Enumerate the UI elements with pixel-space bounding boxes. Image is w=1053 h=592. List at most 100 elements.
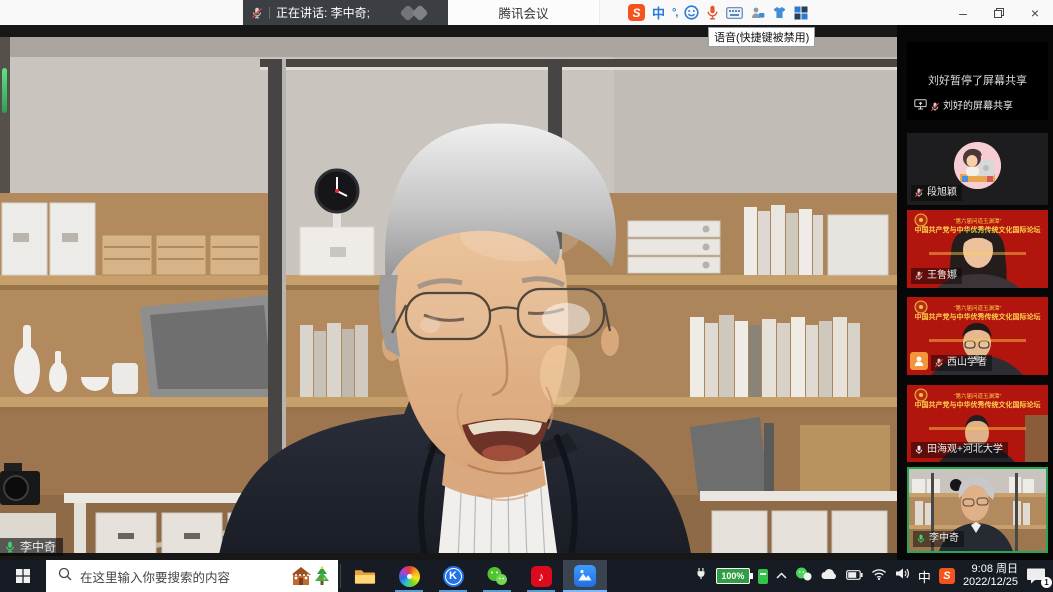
clock-date: 2022/12/25 — [963, 576, 1018, 589]
power-plug-icon[interactable] — [694, 566, 708, 586]
app-photos[interactable] — [387, 560, 431, 592]
clock-time: 9:08 周日 — [963, 563, 1018, 576]
ime-grid-icon[interactable] — [794, 4, 808, 22]
audio-level-meter — [2, 68, 7, 113]
gingerbread-house-icon — [290, 566, 312, 586]
avatar — [954, 142, 1001, 189]
mic-muted-icon — [914, 188, 924, 198]
action-center-button[interactable]: 1 — [1026, 567, 1048, 585]
netease-music-icon: ♪ — [531, 566, 552, 587]
ime-voice-icon[interactable] — [706, 4, 719, 22]
window-controls: – × — [945, 0, 1053, 25]
sogou-ime-toolbar: S 中 °, — [628, 0, 808, 25]
share-label-chip: 刘好的屏幕共享 — [911, 98, 1018, 116]
ime-toolbox-icon[interactable] — [750, 4, 765, 22]
banner-line2: 中国共产党与中华优秀传统文化国际论坛 — [907, 312, 1048, 322]
app-kdocs[interactable]: K — [431, 560, 475, 592]
tile-participant-lizhongqi-active[interactable]: 李中奇 — [907, 467, 1048, 553]
mic-muted-icon — [934, 358, 944, 368]
tile-participant-wangluna[interactable]: “第六届问道玉渊潭” 中国共产党与中华优秀传统文化国际论坛 王鲁娜 — [907, 210, 1048, 288]
onedrive-cloud-icon[interactable] — [820, 567, 838, 585]
banner-smallprint — [929, 252, 1026, 255]
speaking-now-label: 正在讲话: 李中奇; — [276, 4, 370, 21]
taskbar-search[interactable]: 在这里输入你要搜索的内容 — [46, 560, 338, 592]
participant-name: 刘好的屏幕共享 — [943, 100, 1013, 114]
participant-name: 李中奇 — [929, 532, 959, 546]
participant-name: 段旭颖 — [927, 186, 957, 200]
tile-participant-tianhai[interactable]: “第六届问道玉渊潭” 中国共产党与中华优秀传统文化国际论坛 田海观+河北大学 — [907, 385, 1048, 462]
participant-name-chip: 段旭颖 — [911, 185, 962, 201]
tab-active-call[interactable]: 正在讲话: 李中奇; — [243, 0, 448, 25]
share-paused-message: 刘好暂停了屏幕共享 — [907, 72, 1048, 88]
ime-skin-icon[interactable] — [772, 4, 787, 22]
windows-logo-icon — [16, 569, 30, 583]
ime-keyboard-icon[interactable] — [726, 4, 743, 22]
main-video[interactable]: 李中奇 — [0, 25, 897, 560]
search-icon — [58, 567, 72, 586]
app-wechat[interactable] — [475, 560, 519, 592]
notification-count-badge: 1 — [1041, 577, 1052, 588]
holiday-decoration — [290, 566, 330, 587]
participant-name: 田海观+河北大学 — [927, 443, 1003, 457]
taskbar-apps: K ♪ — [343, 560, 607, 592]
ime-punctuation-icon[interactable]: °, — [672, 4, 677, 22]
sogou-tray-icon[interactable]: S — [939, 568, 955, 584]
battery-tray-icon[interactable] — [846, 567, 863, 585]
banner-line1: “第六届问道玉渊潭” — [907, 217, 1048, 225]
screen-share-icon — [914, 99, 927, 115]
wechat-tray-icon[interactable] — [795, 567, 812, 586]
mic-muted-icon — [930, 102, 940, 112]
taskbar-clock[interactable]: 9:08 周日 2022/12/25 — [963, 563, 1018, 589]
windows-taskbar: 在这里输入你要搜索的内容 — [0, 560, 1053, 592]
photos-pinwheel-icon — [399, 566, 420, 587]
banner-smallprint — [929, 427, 1026, 430]
restore-button[interactable] — [981, 0, 1017, 25]
close-button[interactable]: × — [1017, 0, 1053, 25]
participant-name: 西山学者 — [947, 356, 987, 370]
ime-emoji-icon[interactable] — [684, 4, 699, 22]
tencent-meeting-icon — [574, 565, 596, 587]
participant-name-chip: 李中奇 — [913, 531, 964, 547]
tray-chevron-icon[interactable] — [776, 567, 787, 585]
mic-active-icon — [4, 541, 16, 553]
participants-sidebar: 刘好暂停了屏幕共享 刘好的屏幕共享 — [897, 25, 1053, 560]
app-file-explorer[interactable] — [343, 560, 387, 592]
mic-active-icon — [916, 534, 926, 544]
sogou-logo-icon[interactable]: S — [628, 4, 645, 21]
mic-muted-icon — [251, 7, 263, 19]
mic-unmuted-icon — [914, 445, 924, 455]
participant-name-chip: 西山学者 — [931, 355, 992, 371]
start-button[interactable] — [0, 560, 46, 592]
battery-status-badge[interactable]: 100% — [716, 568, 750, 584]
mic-muted-icon — [914, 271, 924, 281]
window-titlebar: 正在讲话: 李中奇; 腾讯会议 S 中 °, – × — [0, 0, 1053, 25]
system-tray: 100% 中 S 9:08 周日 2022/12/25 1 — [694, 560, 1053, 592]
tab-divider — [269, 7, 270, 19]
hand-raised-badge — [910, 352, 928, 370]
app-tencent-meeting[interactable] — [563, 560, 607, 592]
participant-name-chip: 田海观+河北大学 — [911, 442, 1008, 458]
speaker-video-scene — [0, 25, 897, 560]
banner-line1: “第六届问道玉渊潭” — [907, 304, 1048, 312]
ime-lang-icon[interactable]: 中 — [652, 4, 665, 22]
k-app-icon: K — [443, 566, 464, 587]
tab-tencent-meeting[interactable]: 腾讯会议 — [448, 0, 600, 25]
tab-app-label: 腾讯会议 — [498, 3, 548, 22]
taskbar-separator — [340, 564, 341, 588]
minimize-button[interactable]: – — [945, 0, 981, 25]
search-placeholder: 在这里输入你要搜索的内容 — [80, 567, 282, 586]
app-netease-music[interactable]: ♪ — [519, 560, 563, 592]
banner-line2: 中国共产党与中华优秀传统文化国际论坛 — [907, 225, 1048, 235]
banner-line1: “第六届问道玉渊潭” — [907, 392, 1048, 400]
speaker-name-chip: 李中奇 — [0, 538, 63, 556]
tile-participant-xishanxuezhe[interactable]: “第六届问道玉渊潭” 中国共产党与中华优秀传统文化国际论坛 西山学者 — [907, 297, 1048, 375]
volume-icon[interactable] — [895, 567, 910, 585]
ime-tray-lang[interactable]: 中 — [918, 567, 931, 586]
speaker-name: 李中奇 — [20, 540, 56, 554]
christmas-tree-icon — [314, 566, 330, 587]
tile-participant-duanxuying[interactable]: 段旭颖 — [907, 133, 1048, 205]
participant-name-chip: 王鲁娜 — [911, 268, 962, 284]
wifi-icon[interactable] — [871, 567, 887, 585]
device-battery-icon[interactable] — [758, 569, 768, 584]
tile-screen-share[interactable]: 刘好暂停了屏幕共享 刘好的屏幕共享 — [907, 42, 1048, 120]
